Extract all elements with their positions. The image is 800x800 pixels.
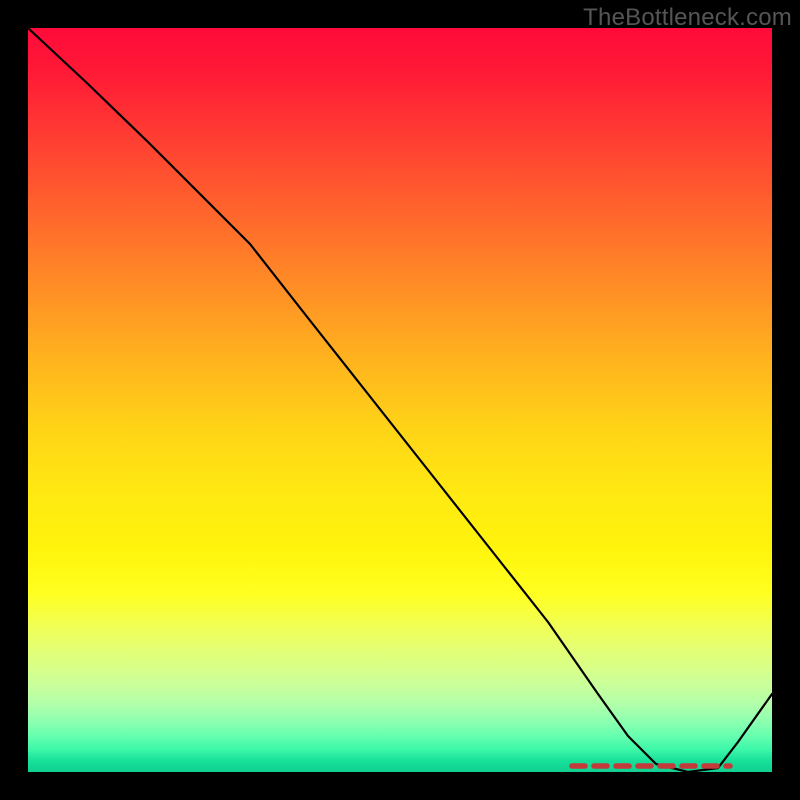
chart-frame: TheBottleneck.com: [0, 0, 800, 800]
heat-gradient-plot-area: [28, 28, 772, 772]
watermark-text: TheBottleneck.com: [583, 4, 792, 32]
